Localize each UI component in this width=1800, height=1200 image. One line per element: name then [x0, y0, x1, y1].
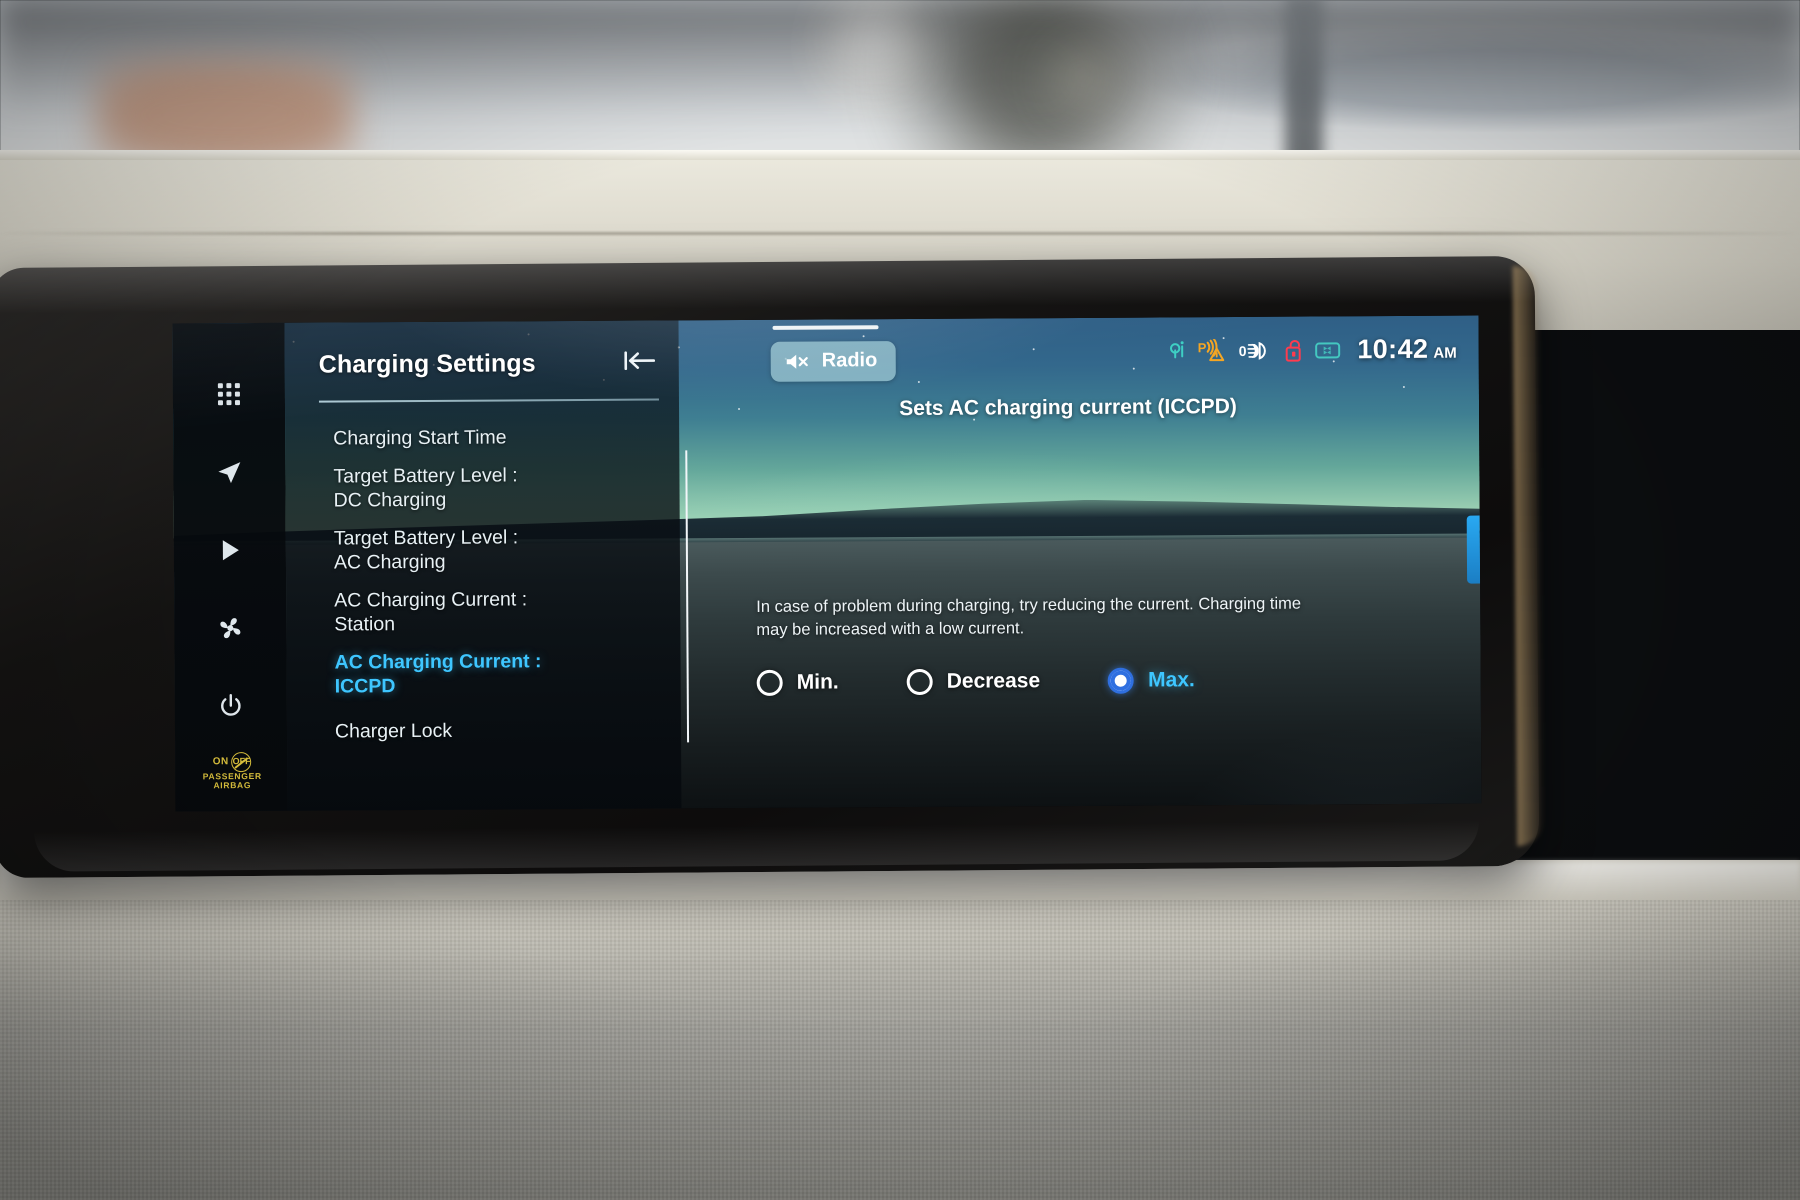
door-unlocked-icon [1283, 338, 1303, 362]
apps-grid-icon [214, 379, 244, 409]
menu-item-ac-current-station[interactable]: AC Charging Current : Station [286, 580, 680, 644]
page-title: Charging Settings [318, 349, 536, 379]
background-bokeh-2 [1060, 55, 1106, 101]
sidebar-item-navigation[interactable] [173, 443, 285, 502]
menu-item-label: Target Battery Level : [333, 526, 519, 550]
background-pillar [1285, 0, 1323, 170]
panel-header: Charging Settings [319, 349, 657, 380]
radio-label-max: Max. [1148, 668, 1195, 692]
menu-item-label: AC Charging Current : [334, 650, 542, 674]
clock-ampm: AM [1433, 344, 1457, 362]
background-bokeh-1 [840, 10, 910, 80]
menu-item-ac-current-iccpd[interactable]: AC Charging Current : ICCPD [286, 642, 680, 706]
radio-option-decrease[interactable]: Decrease [906, 668, 1041, 696]
radio-source-chip[interactable]: Radio [770, 341, 896, 382]
sidebar-item-power[interactable] [175, 677, 287, 736]
radio-chip-label: Radio [821, 349, 878, 372]
sidebar-item-media[interactable] [174, 521, 286, 580]
menu-item-sublabel: Station [334, 613, 396, 636]
radio-option-max[interactable]: Max. [1108, 667, 1195, 694]
menu-item-label: Charger Lock [334, 719, 453, 743]
qi-wireless-charging-icon [1168, 340, 1186, 362]
radio-label-decrease: Decrease [946, 669, 1041, 693]
settings-menu-list: Charging Start Time Target Battery Level… [285, 418, 681, 751]
menu-item-target-battery-dc[interactable]: Target Battery Level : DC Charging [285, 456, 679, 520]
menu-item-sublabel: AC Charging [333, 550, 446, 574]
ac-current-radio-group: Min. Decrease Max. [756, 667, 1195, 696]
menu-item-label: Target Battery Level : [333, 464, 518, 488]
passenger-airbag-indicator: ON OFF PASSENGER AIRBAG [189, 745, 275, 798]
airbag-off-badge: OFF [231, 752, 252, 773]
dashboard-seam [0, 232, 1800, 235]
housing-bottom-gloss [34, 820, 1480, 872]
radio-option-min[interactable]: Min. [756, 669, 839, 696]
menu-item-charger-lock[interactable]: Charger Lock [287, 704, 681, 751]
sidebar-item-apps[interactable] [173, 365, 285, 424]
svg-text:0: 0 [1238, 342, 1246, 358]
airbag-on-label: ON [212, 756, 229, 768]
climate-fan-icon [215, 613, 245, 643]
radio-button-max[interactable] [1108, 667, 1135, 694]
media-play-icon [215, 535, 245, 565]
airbag-line2: AIRBAG [213, 780, 252, 791]
photo-scene: ON OFF PASSENGER AIRBAG Charging Setting… [0, 0, 1800, 1200]
back-button[interactable] [623, 349, 657, 378]
headlight-icon: 0 [1238, 339, 1272, 361]
panel-divider [318, 398, 659, 403]
back-arrow-icon [623, 349, 657, 378]
charging-settings-panel: Charging Settings Charging Start Time Ta… [284, 320, 682, 811]
menu-item-target-battery-ac[interactable]: Target Battery Level : AC Charging [286, 518, 680, 582]
navigation-icon [214, 457, 244, 487]
background-bokeh-3 [1215, 25, 1255, 65]
infotainment-housing: ON OFF PASSENGER AIRBAG Charging Setting… [0, 255, 1544, 879]
menu-item-charging-start-time[interactable]: Charging Start Time [285, 418, 679, 458]
clock-time: 10:42 [1357, 333, 1429, 365]
bluetooth-device-icon [1314, 340, 1340, 360]
menu-item-sublabel: DC Charging [333, 488, 447, 512]
infotainment-screen[interactable]: ON OFF PASSENGER AIRBAG Charging Setting… [172, 315, 1482, 812]
svg-text:P: P [1197, 340, 1206, 355]
housing-right-trim [1512, 265, 1544, 847]
status-clock: 10:42 AM [1357, 334, 1457, 366]
menu-item-label: AC Charging Current : [334, 588, 528, 612]
dashboard-fabric-texture [0, 900, 1800, 1200]
radio-button-min[interactable] [756, 669, 783, 696]
power-icon [216, 691, 246, 721]
menu-item-sublabel: ICCPD [334, 675, 396, 698]
radio-button-decrease[interactable] [906, 668, 933, 696]
parking-sensor-warning-icon: P [1197, 338, 1227, 363]
content-panel: Radio Sets AC charging current (ICCPD) I… [686, 316, 1481, 809]
left-nav-rail: ON OFF PASSENGER AIRBAG [172, 322, 288, 812]
status-bar: P 0 10:42 AM [1168, 334, 1457, 367]
radio-label-min: Min. [796, 670, 839, 694]
speaker-mute-icon [785, 351, 811, 371]
description-heading: Sets AC charging current (ICCPD) [899, 395, 1237, 421]
menu-item-label: Charging Start Time [333, 426, 507, 450]
dashboard-top-edge [0, 150, 1800, 160]
sidebar-item-climate[interactable] [174, 599, 286, 658]
description-paragraph: In case of problem during charging, try … [756, 594, 1302, 640]
